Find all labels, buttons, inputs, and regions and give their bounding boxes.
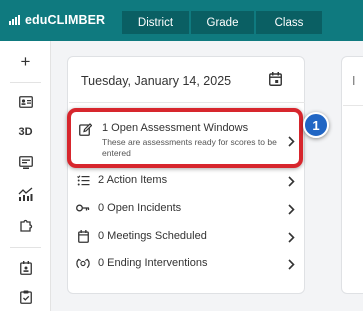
logo-icon bbox=[9, 15, 20, 25]
step-callout-badge: 1 bbox=[303, 112, 329, 138]
card-divider bbox=[343, 105, 363, 106]
sidebar-item-analytics[interactable] bbox=[0, 187, 51, 201]
sidebar-item-profile[interactable] bbox=[0, 96, 51, 108]
open-incidents-label: 0 Open Incidents bbox=[98, 202, 182, 214]
tab-class[interactable]: Class bbox=[256, 11, 322, 34]
sidebar-item-clipboard[interactable] bbox=[0, 290, 51, 304]
ending-interventions-label: 0 Ending Interventions bbox=[98, 257, 208, 269]
highlight-box bbox=[67, 108, 303, 168]
list-icon bbox=[76, 173, 90, 187]
chevron-right-icon bbox=[288, 202, 295, 220]
chevron-right-icon bbox=[288, 257, 295, 275]
card-divider bbox=[69, 102, 305, 103]
sidebar-item-assessment[interactable] bbox=[0, 156, 51, 170]
tab-district[interactable]: District bbox=[122, 11, 189, 34]
intervention-icon bbox=[76, 256, 90, 270]
plus-icon: + bbox=[20, 52, 31, 71]
calendar-icon[interactable] bbox=[269, 72, 282, 91]
action-items-label: 2 Action Items bbox=[98, 174, 168, 186]
assessment-icon bbox=[18, 156, 33, 169]
meetings-scheduled-row[interactable]: 0 Meetings Scheduled bbox=[76, 226, 298, 246]
sidebar-3d-label: 3D bbox=[18, 126, 33, 138]
sidebar-divider bbox=[10, 82, 41, 83]
clipboard-icon bbox=[19, 290, 32, 304]
sidebar-item-interventions[interactable] bbox=[0, 218, 51, 232]
sidebar-divider bbox=[10, 247, 41, 248]
analytics-icon bbox=[18, 187, 33, 201]
add-button[interactable]: + bbox=[0, 53, 51, 70]
sidebar-item-calendar[interactable] bbox=[0, 261, 51, 275]
app-logo[interactable]: eduCLIMBER bbox=[9, 13, 105, 27]
puzzle-icon bbox=[19, 219, 32, 232]
sidebar-item-3d[interactable]: 3D bbox=[0, 126, 51, 138]
top-bar: eduCLIMBER District Grade Class bbox=[0, 0, 363, 41]
action-items-row[interactable]: 2 Action Items bbox=[76, 170, 298, 190]
ending-interventions-row[interactable]: 0 Ending Interventions bbox=[76, 253, 298, 273]
secondary-card: I bbox=[341, 56, 363, 294]
secondary-card-title: I bbox=[352, 74, 356, 88]
calendar-person-icon bbox=[19, 261, 32, 275]
open-incidents-row[interactable]: 0 Open Incidents bbox=[76, 198, 298, 218]
key-icon bbox=[76, 201, 90, 215]
card-date: Tuesday, January 14, 2025 bbox=[81, 74, 232, 88]
id-card-icon bbox=[18, 96, 33, 108]
sidebar: + 3D bbox=[0, 41, 51, 311]
chevron-right-icon bbox=[288, 230, 295, 248]
meetings-scheduled-label: 0 Meetings Scheduled bbox=[98, 230, 207, 242]
chevron-right-icon bbox=[288, 174, 295, 192]
calendar-icon bbox=[76, 229, 90, 243]
tab-grade[interactable]: Grade bbox=[191, 11, 254, 34]
app-name: eduCLIMBER bbox=[25, 13, 106, 27]
